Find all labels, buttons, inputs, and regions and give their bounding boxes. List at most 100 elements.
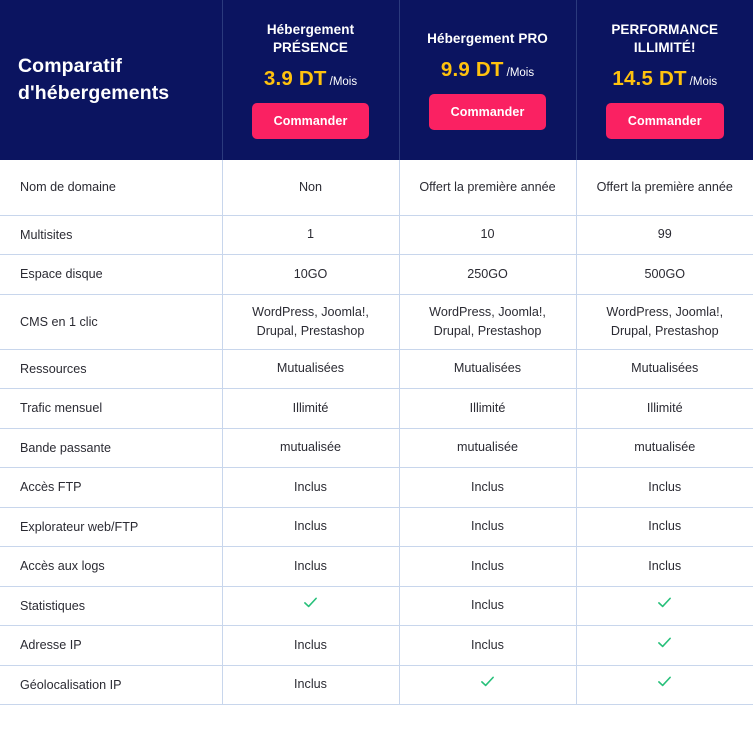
feature-value: Inclus — [576, 507, 753, 547]
plan-head: PERFORMANCE ILLIMITÉ! 14.5 DT/Mois Comma… — [577, 21, 753, 139]
feature-label: Explorateur web/FTP — [0, 507, 223, 547]
feature-value: Inclus — [576, 467, 753, 508]
compare-table: Comparatif d'hébergements Hébergement PR… — [0, 0, 753, 705]
table-row: CMS en 1 clic WordPress, Joomla!, Drupal,… — [0, 294, 753, 350]
check-icon — [480, 674, 495, 689]
page-title-cell: Comparatif d'hébergements — [0, 0, 222, 160]
table-body: Nom de domaine Non Offert la première anné… — [0, 160, 753, 705]
feature-value: 1 — [222, 215, 400, 255]
feature-label: Bande passante — [0, 428, 223, 468]
table-row: Statistiques Inclus — [0, 586, 753, 626]
feature-value: Illimité — [399, 388, 577, 429]
table-row: Espace disque 10GO 250GO 500GO — [0, 254, 753, 295]
feature-value: mutualisée — [222, 428, 400, 468]
check-icon — [657, 635, 672, 650]
plan-header-performance: PERFORMANCE ILLIMITÉ! 14.5 DT/Mois Comma… — [575, 0, 753, 160]
plan-price: 3.9 DT — [263, 67, 327, 91]
plan-name-line-1: PERFORMANCE — [611, 22, 719, 38]
hosting-comparison-table: Comparatif d'hébergements Hébergement PR… — [0, 0, 753, 729]
feature-value: Illimité — [576, 388, 753, 429]
order-button-presence[interactable]: Commander — [251, 102, 370, 139]
feature-value: 250GO — [399, 254, 577, 295]
table-row: Géolocalisation IP Inclus — [0, 665, 753, 705]
feature-label: Espace disque — [0, 254, 223, 295]
page-title: Comparatif d'hébergements — [0, 53, 222, 107]
feature-label: Adresse IP — [0, 625, 223, 666]
table-row: Ressources Mutualisées Mutualisées Mutualis… — [0, 349, 753, 389]
feature-value: Non — [222, 160, 400, 216]
plan-period: /Mois — [689, 76, 718, 89]
feature-label: Ressources — [0, 349, 223, 389]
header-row: Comparatif d'hébergements Hébergement PR… — [0, 0, 753, 160]
table-row: Multisites 1 10 99 — [0, 215, 753, 255]
table-row: Nom de domaine Non Offert la première anné… — [0, 160, 753, 216]
feature-value: Offert la première année — [399, 160, 577, 216]
feature-value: WordPress, Joomla!, Drupal, Prestashop — [222, 294, 400, 350]
feature-value: mutualisée — [399, 428, 577, 468]
table-row: Bande passante mutualisée mutualisée mutual… — [0, 428, 753, 468]
plan-price: 14.5 DT — [612, 67, 687, 91]
feature-value — [399, 665, 577, 705]
feature-value: 10 — [399, 215, 577, 255]
feature-value: Inclus — [222, 507, 400, 547]
feature-value: mutualisée — [576, 428, 753, 468]
feature-value: 10GO — [222, 254, 400, 295]
feature-value: Inclus — [222, 546, 400, 587]
plan-head: Hébergement PRÉSENCE 3.9 DT/Mois Command… — [223, 21, 399, 139]
check-icon — [303, 595, 318, 610]
table-row: Adresse IP Inclus Inclus — [0, 625, 753, 666]
plan-price-row: 9.9 DT/Mois — [408, 60, 568, 81]
table-header: Comparatif d'hébergements Hébergement PR… — [0, 0, 753, 160]
feature-value — [222, 586, 400, 626]
feature-value: WordPress, Joomla!, Drupal, Prestashop — [399, 294, 577, 350]
feature-label: Accès FTP — [0, 467, 223, 508]
order-button-pro[interactable]: Commander — [428, 93, 547, 130]
feature-label: Géolocalisation IP — [0, 665, 223, 705]
check-icon — [657, 595, 672, 610]
table-row: Trafic mensuel Illimité Illimité Illimité — [0, 388, 753, 429]
plan-name-line-1: Hébergement — [266, 22, 355, 38]
check-icon — [657, 674, 672, 689]
feature-value — [576, 625, 753, 666]
plan-name-line-1: Hébergement PRO — [427, 31, 548, 47]
feature-value: Inclus — [399, 625, 577, 666]
plan-price-row: 14.5 DT/Mois — [585, 69, 746, 90]
plan-header-presence: Hébergement PRÉSENCE 3.9 DT/Mois Command… — [221, 0, 399, 160]
plan-price: 9.9 DT — [440, 58, 504, 82]
plan-name-line-2: ILLIMITÉ! — [633, 40, 696, 56]
plan-name-line-2: PRÉSENCE — [272, 40, 349, 56]
feature-value: Inclus — [399, 546, 577, 587]
feature-value: Inclus — [399, 507, 577, 547]
feature-label: Statistiques — [0, 586, 223, 626]
feature-label: Nom de domaine — [0, 160, 223, 216]
feature-value: WordPress, Joomla!, Drupal, Prestashop — [576, 294, 753, 350]
feature-value: Inclus — [399, 467, 577, 508]
feature-value: Mutualisées — [576, 349, 753, 389]
feature-value: Mutualisées — [399, 349, 577, 389]
feature-label: Trafic mensuel — [0, 388, 223, 429]
feature-label: Multisites — [0, 215, 223, 255]
feature-value: Inclus — [222, 467, 400, 508]
feature-label: Accès aux logs — [0, 546, 223, 587]
feature-value: Illimité — [222, 388, 400, 429]
feature-value: Inclus — [222, 665, 400, 705]
plan-header-pro: Hébergement PRO 9.9 DT/Mois Commander — [398, 0, 576, 160]
plan-period: /Mois — [506, 67, 535, 80]
page-title-line-1: Comparatif — [18, 55, 122, 77]
feature-label: CMS en 1 clic — [0, 294, 223, 350]
table-row: Accès aux logs Inclus Inclus Inclus — [0, 546, 753, 587]
feature-value — [576, 586, 753, 626]
order-button-performance[interactable]: Commander — [605, 102, 724, 139]
plan-head: Hébergement PRO 9.9 DT/Mois Commander — [400, 30, 576, 130]
plan-period: /Mois — [329, 76, 358, 89]
table-row: Explorateur web/FTP Inclus Inclus Inclus — [0, 507, 753, 547]
feature-value: 500GO — [576, 254, 753, 295]
feature-value: Inclus — [576, 546, 753, 587]
feature-value: Inclus — [222, 625, 400, 666]
feature-value: Mutualisées — [222, 349, 400, 389]
plan-price-row: 3.9 DT/Mois — [231, 69, 391, 90]
feature-value — [576, 665, 753, 705]
feature-value: Inclus — [399, 586, 577, 626]
feature-value: 99 — [576, 215, 753, 255]
page-title-line-2: d'hébergements — [18, 82, 170, 104]
